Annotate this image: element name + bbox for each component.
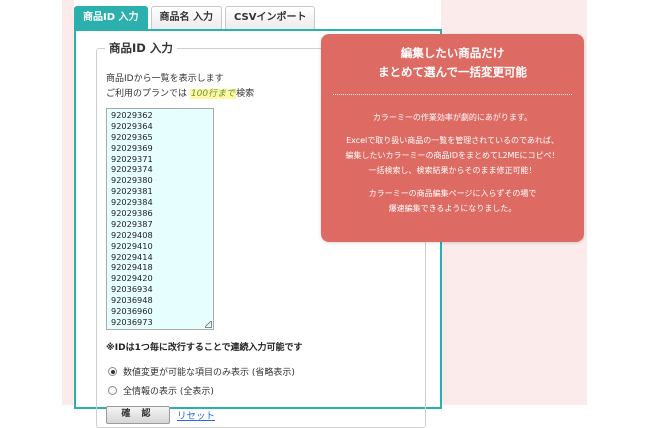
callout-body-line: 一括検索し、検索結果からそのまま修正可能！: [368, 166, 537, 175]
product-id-line: 92029418: [111, 262, 153, 273]
reset-link[interactable]: リセット: [177, 408, 215, 422]
radio-button-checked-icon[interactable]: [108, 367, 117, 376]
callout-body-line: Excelで取り扱い商品の一覧を管理されているのであれば、: [346, 136, 559, 145]
radio-label: 全情報の表示 (全表示): [123, 387, 214, 397]
product-id-line: 92029362: [111, 110, 153, 120]
page-background-left: [62, 0, 74, 405]
product-id-line: 92029384: [111, 197, 153, 208]
callout-body-line: カラーミーの商品編集ページに入らずその場で: [368, 189, 537, 198]
input-tabs: 商品ID 入力 商品名 入力 CSVインポート: [74, 6, 316, 30]
callout-spacer: [321, 125, 584, 133]
row-limit-highlight: 100行まで: [189, 89, 237, 99]
radio-full-option[interactable]: 全情報の表示 (全表示): [108, 384, 214, 397]
product-id-line: 92029371: [111, 153, 153, 164]
product-id-line: 92029365: [111, 131, 153, 142]
radio-button-unchecked-icon[interactable]: [108, 386, 117, 395]
callout-title: 編集したい商品だけ まとめて選んで一括変更可能: [321, 44, 584, 82]
product-id-line: 92036934: [111, 284, 153, 295]
product-id-line: 92036960: [111, 306, 153, 317]
callout-title-line-1: 編集したい商品だけ: [400, 46, 505, 60]
tab-csv-import[interactable]: CSVインポート: [225, 6, 316, 29]
product-id-textarea[interactable]: 92029362 92029364 92029365 92029369 92029371…: [106, 108, 214, 330]
plan-text-suffix: 検索: [236, 89, 255, 99]
callout-title-line-2: まとめて選んで一括変更可能: [378, 65, 527, 79]
input-hint-note: ※IDは1つ毎に改行することで連続入力可能です: [106, 343, 303, 353]
confirm-button[interactable]: 確 認: [106, 406, 170, 424]
product-id-line: 92029414: [111, 251, 153, 262]
product-id-line: 92029420: [111, 273, 153, 284]
product-id-line: 92029381: [111, 186, 153, 197]
product-id-line: 92029380: [111, 175, 153, 186]
callout-body-line: 爆速編集できるようになりました。: [388, 204, 517, 213]
callout-spacer: [321, 178, 584, 186]
radio-label: 数値変更が可能な項目のみ表示 (省略表示): [123, 368, 295, 378]
feature-callout: 編集したい商品だけ まとめて選んで一括変更可能 カラーミーの作業効率が劇的にあが…: [321, 34, 584, 242]
resize-handle-icon[interactable]: [205, 321, 212, 328]
product-id-line: 92036973: [111, 316, 153, 327]
product-id-line: 92029408: [111, 229, 153, 240]
callout-body-line: カラーミーの作業効率が劇的にあがります。: [372, 113, 533, 122]
tab-product-name[interactable]: 商品名 入力: [150, 6, 222, 29]
product-id-line: 92036948: [111, 295, 153, 306]
product-id-line: 92029410: [111, 240, 153, 251]
callout-divider: [333, 94, 572, 95]
product-id-line: 92029387: [111, 218, 153, 229]
tab-product-id[interactable]: 商品ID 入力: [74, 6, 148, 29]
product-id-line: 92029374: [111, 164, 153, 175]
description-line-2: ご利用のプランでは 100行まで検索: [106, 86, 254, 99]
product-id-line: 92029369: [111, 142, 153, 153]
callout-body: カラーミーの作業効率が劇的にあがります。 Excelで取り扱い商品の一覧を管理され…: [321, 110, 584, 216]
product-id-line: 92029386: [111, 208, 153, 219]
radio-abbreviated-option[interactable]: 数値変更が可能な項目のみ表示 (省略表示): [108, 365, 295, 378]
fieldset-legend: 商品ID 入力: [105, 40, 177, 56]
callout-body-line: 編集したいカラーミーの商品IDをまとめてL2MEにコピペ！: [345, 151, 560, 160]
plan-text-prefix: ご利用のプランでは: [106, 89, 188, 99]
product-id-line: 92029364: [111, 120, 153, 131]
description-line-1: 商品IDから一覧を表示します: [106, 74, 224, 84]
